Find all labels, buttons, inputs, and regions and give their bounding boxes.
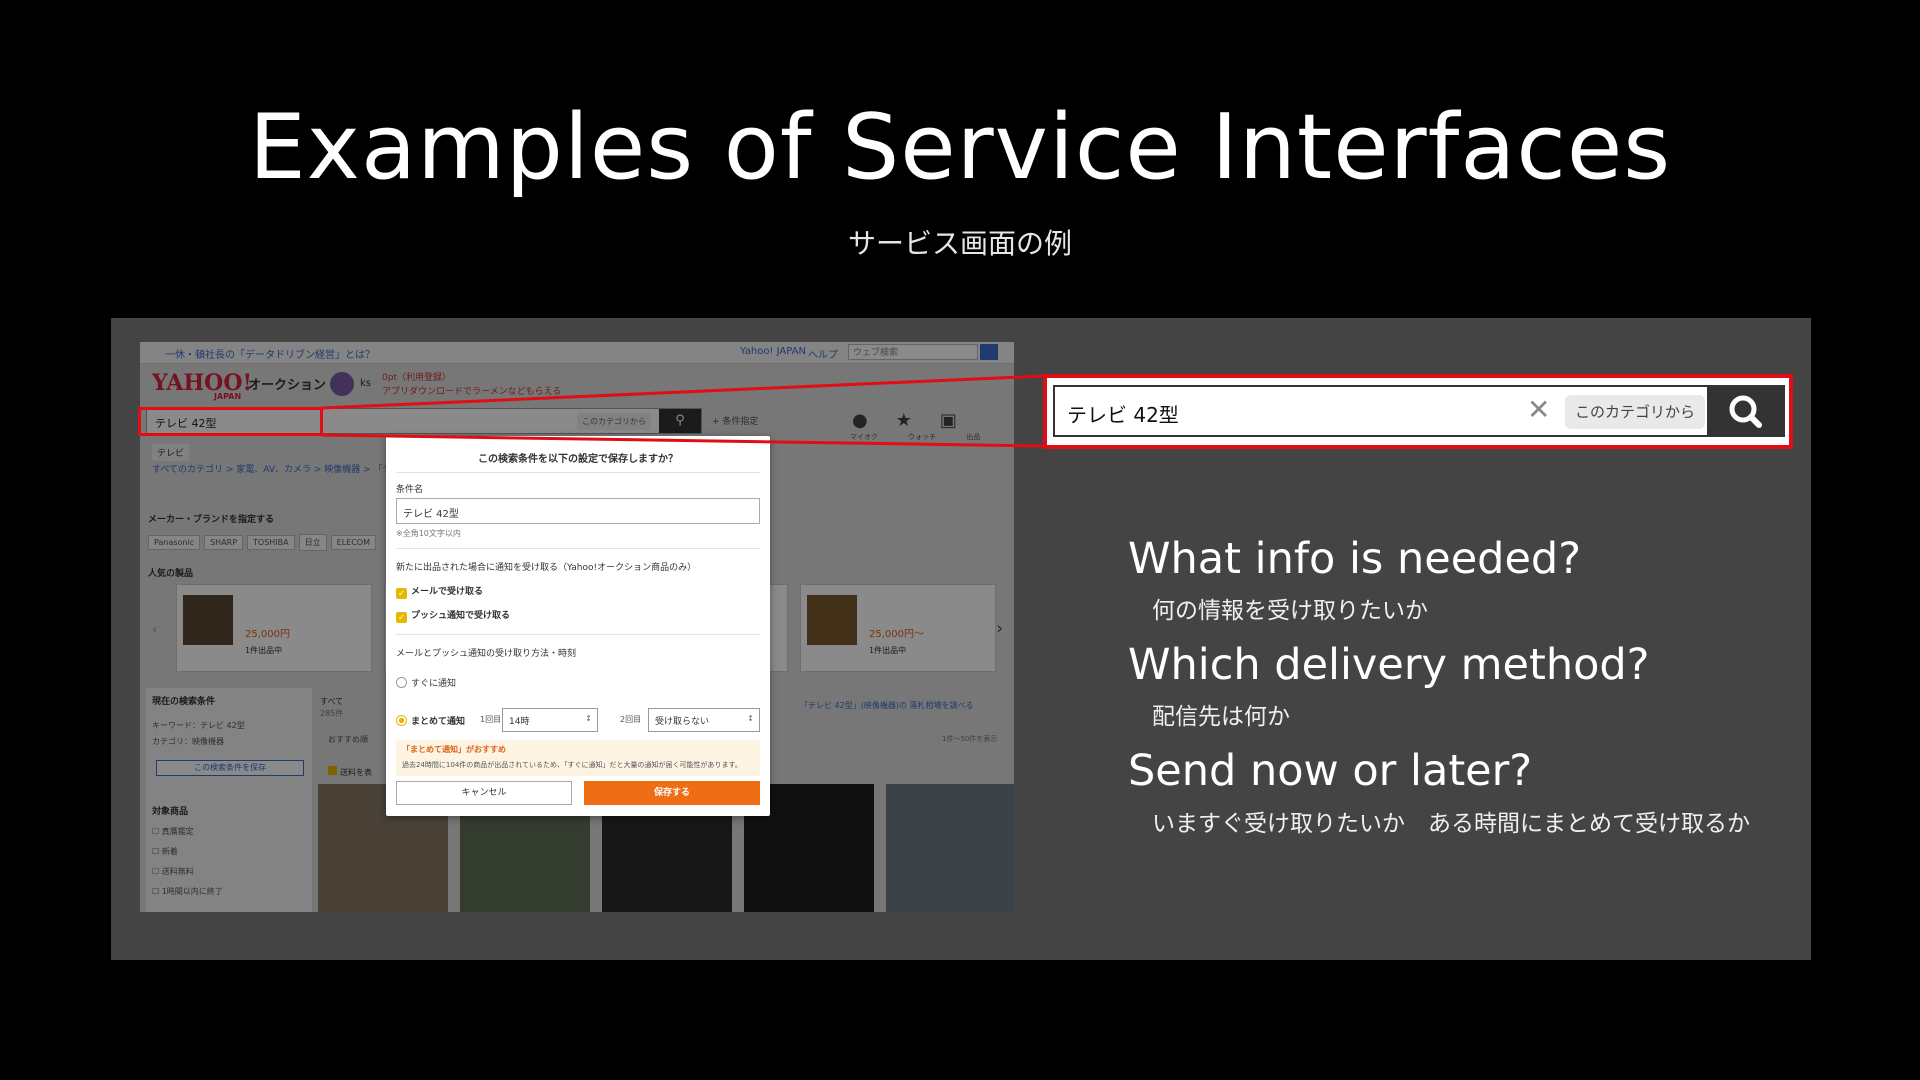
slide-subtitle: サービス画面の例 — [847, 227, 1072, 260]
notify-label: 新たに出品された場合に通知を受け取る（Yahoo!オークション商品のみ） — [396, 563, 697, 573]
batch-label: まとめて通知 — [411, 717, 466, 727]
zoomed-search-button[interactable] — [1707, 385, 1785, 437]
first-time-value: 14時 — [509, 717, 530, 727]
first-time-select[interactable]: 14時 ↕ — [502, 708, 598, 732]
save-button[interactable]: 保存する — [584, 781, 760, 805]
slide-title: Examples of Service Interfaces — [248, 95, 1672, 200]
divider — [396, 548, 760, 549]
push-option-label: プッシュ通知で受け取る — [411, 611, 511, 621]
check-icon: ✓ — [396, 612, 407, 623]
zoomed-search-bar: テレビ 42型 ✕ このカテゴリから — [1043, 374, 1793, 449]
zoomed-search-input[interactable]: テレビ 42型 — [1067, 399, 1179, 428]
stepper-icon: ↕ — [747, 714, 754, 723]
email-checkbox[interactable]: ✓ メールで受け取る — [396, 584, 483, 599]
second-time-label: 2回目 — [620, 715, 642, 724]
clear-icon[interactable]: ✕ — [1527, 393, 1550, 426]
question-info: What info is needed? — [1128, 534, 1582, 584]
first-time-label: 1回目 — [480, 715, 502, 724]
recommendation-body: 過去24時間に104件の商品が出品されているため、「すぐに通知」だと大量の通知が… — [402, 761, 742, 769]
question-timing-ja: いますぐ受け取りたいか ある時間にまとめて受け取るか — [1152, 811, 1750, 837]
email-option-label: メールで受け取る — [411, 587, 484, 597]
immediate-radio[interactable]: すぐに通知 — [396, 676, 456, 689]
divider — [396, 472, 760, 473]
search-icon — [1729, 395, 1762, 428]
radio-icon — [396, 677, 407, 688]
divider — [396, 634, 760, 635]
search-highlight-box — [138, 407, 323, 436]
push-checkbox[interactable]: ✓ プッシュ通知で受け取る — [396, 608, 510, 623]
immediate-label: すぐに通知 — [411, 679, 457, 689]
save-search-modal: この検索条件を以下の設定で保存しますか？ 条件名 テレビ 42型 ※全角10文字… — [386, 436, 770, 816]
recommendation-note: 「まとめて通知」がおすすめ 過去24時間に104件の商品が出品されているため、「… — [396, 740, 760, 776]
question-delivery-ja: 配信先は何か — [1152, 704, 1290, 730]
zoomed-category-button[interactable]: このカテゴリから — [1565, 395, 1706, 429]
question-delivery: Which delivery method? — [1128, 640, 1650, 690]
modal-title: この検索条件を以下の設定で保存しますか？ — [478, 454, 678, 465]
cancel-button[interactable]: キャンセル — [396, 781, 572, 805]
second-time-value: 受け取らない — [655, 717, 710, 727]
question-info-ja: 何の情報を受け取りたいか — [1152, 598, 1428, 624]
check-icon: ✓ — [396, 588, 407, 599]
radio-icon — [396, 715, 407, 726]
method-label: メールとプッシュ通知の受け取り方法・時刻 — [396, 649, 577, 659]
stepper-icon: ↕ — [585, 714, 592, 723]
condition-name-label: 条件名 — [396, 485, 424, 495]
condition-name-input[interactable]: テレビ 42型 — [396, 498, 760, 524]
batch-radio[interactable]: まとめて通知 — [396, 714, 465, 727]
recommendation-title: 「まとめて通知」がおすすめ — [402, 745, 506, 754]
second-time-select[interactable]: 受け取らない ↕ — [648, 708, 760, 732]
zoomed-search-field[interactable]: テレビ 42型 ✕ このカテゴリから — [1053, 385, 1785, 437]
condition-name-hint: ※全角10文字以内 — [396, 529, 461, 538]
question-timing: Send now or later? — [1128, 746, 1533, 796]
